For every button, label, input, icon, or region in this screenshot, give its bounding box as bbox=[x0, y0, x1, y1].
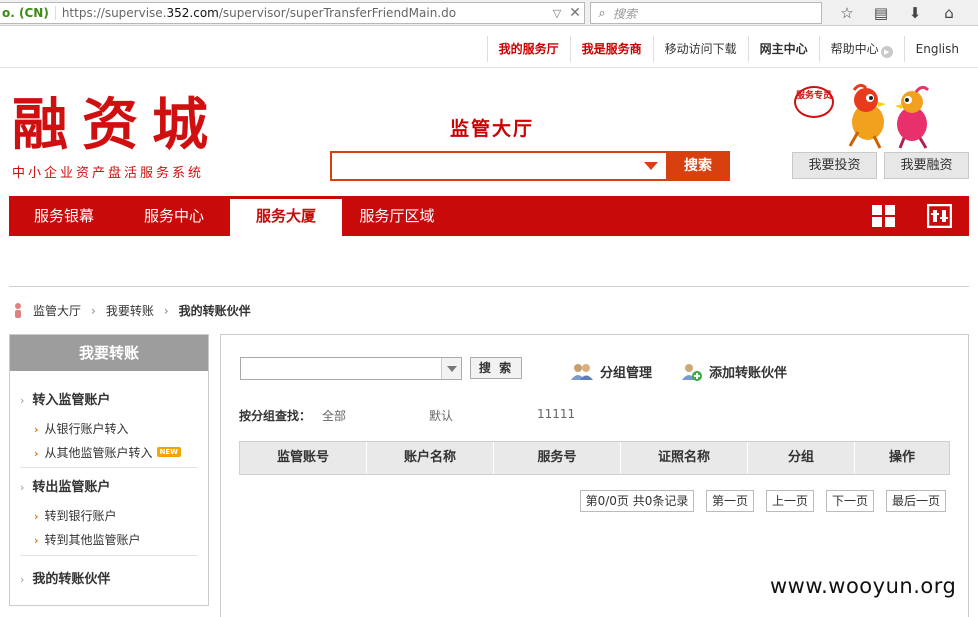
breadcrumb-transfer[interactable]: 我要转账 bbox=[106, 302, 154, 319]
group-filter-default[interactable]: 默认 bbox=[429, 407, 453, 424]
partners-table-header: 监管账号 账户名称 服务号 证照名称 分组 操作 bbox=[239, 441, 950, 475]
top-links-bar: 我的服务厅 我是服务商 移动访问下载 网主中心 帮助中心 ▶ English bbox=[0, 32, 978, 68]
group-manage-button[interactable]: 分组管理 bbox=[570, 362, 652, 381]
invest-button[interactable]: 我要投资 bbox=[792, 152, 877, 179]
pager-last-button[interactable]: 最后一页 bbox=[886, 490, 946, 512]
browser-search-input[interactable]: ⌕ 搜索 bbox=[590, 2, 822, 24]
reading-list-icon[interactable]: ▤ bbox=[864, 4, 898, 22]
service-provider-link[interactable]: 我是服务商 bbox=[569, 36, 653, 62]
main-search-button[interactable]: 搜索 bbox=[666, 151, 730, 181]
sidebar-group-transfer-out[interactable]: › 转出监管账户 bbox=[10, 476, 208, 495]
chevron-right-icon: › bbox=[34, 447, 39, 460]
breadcrumb-current: 我的转账伙伴 bbox=[178, 304, 251, 318]
users-icon bbox=[571, 363, 593, 380]
site-logo[interactable]: 融资城 中小企业资产盘活服务系统 bbox=[12, 90, 234, 185]
home-icon[interactable]: ⌂ bbox=[932, 4, 966, 22]
chevron-down-icon[interactable] bbox=[441, 358, 461, 379]
column-header: 分组 bbox=[748, 442, 855, 474]
pager-next-button[interactable]: 下一页 bbox=[826, 490, 874, 512]
browser-toolbar: o. (CN) https://supervise.352.com/superv… bbox=[0, 0, 978, 26]
my-service-hall-link[interactable]: 我的服务厅 bbox=[486, 36, 570, 62]
birds-icon bbox=[848, 83, 930, 149]
chevron-right-icon: › bbox=[34, 534, 39, 547]
bookmark-star-icon[interactable]: ☆ bbox=[830, 4, 864, 22]
chevron-right-icon: › bbox=[91, 303, 96, 318]
pager-summary: 第0/0页 共0条记录 bbox=[580, 490, 694, 512]
new-badge: NEW bbox=[156, 447, 181, 457]
column-header: 证照名称 bbox=[621, 442, 748, 474]
sidebar-item-partners[interactable]: › 我的转账伙伴 bbox=[10, 568, 208, 587]
sidebar-item-to-other[interactable]: › 转到其他监管账户 bbox=[10, 531, 141, 548]
main-search-input[interactable] bbox=[330, 151, 666, 181]
breadcrumb: 监管大厅 › 我要转账 › 我的转账伙伴 bbox=[13, 302, 251, 319]
sidebar-title: 我要转账 bbox=[10, 335, 208, 371]
main-search: 搜索 bbox=[330, 151, 730, 181]
chevron-right-icon: › bbox=[20, 394, 25, 407]
play-icon: ▶ bbox=[880, 46, 893, 58]
finance-button[interactable]: 我要融资 bbox=[884, 152, 969, 179]
group-filter-label: 按分组查找： bbox=[239, 409, 312, 423]
chevron-right-icon: › bbox=[20, 481, 25, 494]
sidebar-item-to-bank[interactable]: › 转到银行账户 bbox=[10, 507, 117, 524]
mobile-download-link[interactable]: 移动访问下载 bbox=[652, 36, 748, 62]
breadcrumb-hall[interactable]: 监管大厅 bbox=[33, 302, 81, 319]
column-header: 监管账号 bbox=[240, 442, 367, 474]
chevron-down-icon[interactable] bbox=[644, 162, 658, 170]
search-icon: ⌕ bbox=[598, 5, 606, 21]
group-filter-custom[interactable]: 11111 bbox=[537, 407, 575, 421]
webmaster-center-link[interactable]: 网主中心 bbox=[747, 36, 819, 62]
pager-first-button[interactable]: 第一页 bbox=[706, 490, 754, 512]
sidebar-item-from-other[interactable]: › 从其他监管账户转入 NEW bbox=[10, 444, 181, 461]
watermark: www.wooyun.org bbox=[770, 574, 957, 598]
group-filter-all[interactable]: 全部 bbox=[322, 407, 346, 424]
chevron-right-icon: › bbox=[34, 510, 39, 523]
certificate-label[interactable]: o. (CN) bbox=[0, 6, 56, 20]
person-icon bbox=[15, 302, 21, 318]
service-badge: 服务专员 bbox=[794, 86, 834, 118]
sidebar-group-transfer-in[interactable]: › 转入监管账户 bbox=[10, 389, 208, 408]
download-icon[interactable]: ⬇ bbox=[898, 4, 932, 22]
main-nav: 服务银幕 服务中心 服务大厦 服务厅区域 bbox=[9, 196, 969, 236]
search-button[interactable]: 搜 索 bbox=[470, 357, 522, 379]
add-partner-button[interactable]: 添加转账伙伴 bbox=[681, 362, 787, 381]
nav-tab-service-building[interactable]: 服务大厦 bbox=[230, 199, 342, 236]
chevron-right-icon: › bbox=[20, 573, 25, 586]
nav-tab-service-screen[interactable]: 服务银幕 bbox=[9, 196, 119, 236]
divider bbox=[9, 286, 969, 287]
column-header: 服务号 bbox=[494, 442, 621, 474]
column-header: 操作 bbox=[888, 450, 915, 465]
logo-title: 融资城 bbox=[12, 92, 222, 158]
sidebar-item-from-bank[interactable]: › 从银行账户转入 bbox=[10, 420, 129, 437]
nav-tab-service-center[interactable]: 服务中心 bbox=[119, 196, 229, 236]
help-center-link[interactable]: 帮助中心 ▶ bbox=[818, 36, 904, 62]
settings-panel-icon[interactable] bbox=[927, 204, 952, 228]
logo-subtitle: 中小企业资产盘活服务系统 bbox=[12, 166, 205, 181]
nav-tab-service-hall-area[interactable]: 服务厅区域 bbox=[344, 196, 450, 236]
group-filter: 按分组查找： 全部 默认 11111 bbox=[239, 407, 575, 424]
divider bbox=[20, 467, 198, 468]
english-link[interactable]: English bbox=[903, 36, 970, 62]
group-select[interactable] bbox=[240, 357, 462, 380]
service-mascot[interactable]: 服务专员 bbox=[790, 82, 940, 152]
browser-toolbar-icons: ☆ ▤ ⬇ ⌂ bbox=[830, 2, 978, 24]
close-icon[interactable]: ✕ bbox=[566, 5, 584, 21]
add-user-icon bbox=[682, 363, 702, 381]
pager-prev-button[interactable]: 上一页 bbox=[766, 490, 814, 512]
chevron-right-icon: › bbox=[163, 303, 169, 318]
column-header: 账户名称 bbox=[367, 442, 494, 474]
grid-icon[interactable] bbox=[871, 204, 896, 228]
url-dropdown-icon[interactable]: ▽ bbox=[548, 7, 566, 20]
chevron-right-icon: › bbox=[34, 423, 39, 436]
address-bar[interactable]: o. (CN) https://supervise.352.com/superv… bbox=[0, 2, 585, 24]
divider bbox=[20, 555, 198, 556]
sidebar: 我要转账 › 转入监管账户 › 从银行账户转入 › 从其他监管账户转入 NEW › 转出监… bbox=[9, 334, 209, 606]
page-title: 监管大厅 bbox=[450, 118, 535, 140]
url-text[interactable]: https://supervise.352.com/supervisor/sup… bbox=[56, 6, 548, 20]
